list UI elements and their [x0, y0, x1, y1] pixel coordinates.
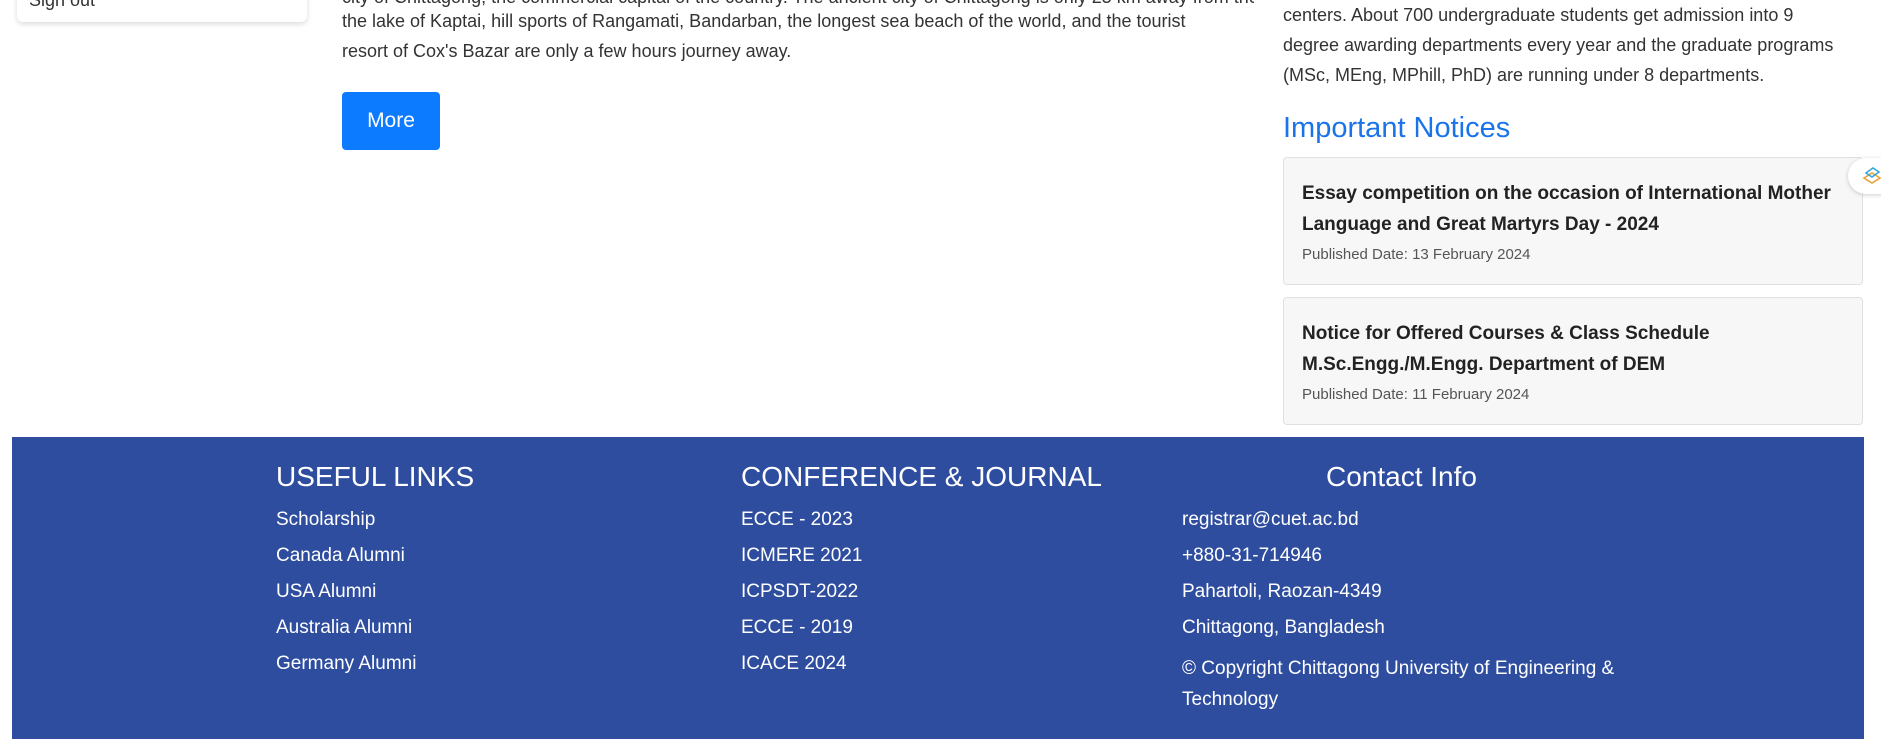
- contact-email[interactable]: registrar@cuet.ac.bd: [1182, 509, 1622, 531]
- sidebar-menu-card: Sign out: [17, 0, 307, 22]
- site-footer: USEFUL LINKS Scholarship Canada Alumni U…: [12, 437, 1864, 739]
- sidebar-item-sign-out[interactable]: Sign out: [29, 0, 95, 11]
- notice-title[interactable]: Notice for Offered Courses & Class Sched…: [1302, 318, 1844, 380]
- notice-date: Published Date: 11 February 2024: [1302, 386, 1530, 403]
- footer-link-germany-alumni[interactable]: Germany Alumni: [276, 653, 474, 675]
- notices-heading: Important Notices: [1283, 112, 1511, 144]
- notice-card[interactable]: Notice for Offered Courses & Class Sched…: [1283, 297, 1863, 425]
- notice-date: Published Date: 13 February 2024: [1302, 246, 1531, 263]
- admission-line-1: centers. About 700 undergraduate student…: [1283, 5, 1794, 25]
- contact-heading: Contact Info: [1326, 461, 1477, 492]
- notice-title-line-2[interactable]: M.Sc.Engg./M.Engg. Department of DEM: [1302, 349, 1844, 380]
- notice-card[interactable]: Essay competition on the occasion of Int…: [1283, 157, 1863, 285]
- admission-line-3: (MSc, MEng, MPhill, PhD) are running und…: [1283, 65, 1765, 85]
- useful-links-column: USEFUL LINKS Scholarship Canada Alumni U…: [276, 461, 474, 689]
- footer-link-scholarship[interactable]: Scholarship: [276, 509, 474, 531]
- useful-links-heading: USEFUL LINKS: [276, 461, 475, 492]
- copyright-notice: © Copyright Chittagong University of Eng…: [1182, 653, 1622, 715]
- about-line-3: resort of Cox's Bazar are only a few hou…: [342, 41, 792, 61]
- copyright-line-2: Technology: [1182, 689, 1279, 710]
- footer-link-usa-alumni[interactable]: USA Alumni: [276, 581, 474, 603]
- footer-link-canada-alumni[interactable]: Canada Alumni: [276, 545, 474, 567]
- footer-link-icmere-2021[interactable]: ICMERE 2021: [741, 545, 1102, 567]
- admission-line-2: degree awarding departments every year a…: [1283, 35, 1834, 55]
- contact-address-line-1: Pahartoli, Raozan-4349: [1182, 581, 1382, 602]
- admission-paragraph: centers. About 700 undergraduate student…: [1283, 0, 1865, 90]
- footer-link-ecce-2019[interactable]: ECCE - 2019: [741, 617, 1102, 639]
- conference-heading: CONFERENCE & JOURNAL: [741, 461, 1102, 492]
- more-button[interactable]: More: [342, 92, 440, 150]
- footer-link-ecce-2023[interactable]: ECCE - 2023: [741, 509, 1102, 531]
- footer-link-icace-2024[interactable]: ICACE 2024: [741, 653, 1102, 675]
- notice-title[interactable]: Essay competition on the occasion of Int…: [1302, 178, 1844, 240]
- extension-icon: [1862, 167, 1881, 184]
- notice-title-line-1[interactable]: Essay competition on the occasion of Int…: [1302, 178, 1844, 209]
- notice-title-line-2[interactable]: Language and Great Martyrs Day - 2024: [1302, 209, 1844, 240]
- contact-column: Contact Info registrar@cuet.ac.bd +880-3…: [1182, 461, 1622, 715]
- notice-title-line-1[interactable]: Notice for Offered Courses & Class Sched…: [1302, 318, 1844, 349]
- footer-link-australia-alumni[interactable]: Australia Alumni: [276, 617, 474, 639]
- floating-widget-tab[interactable]: [1848, 158, 1881, 194]
- about-paragraph: city of Chittagong, the commercial capit…: [342, 0, 1254, 66]
- footer-link-icpsdt-2022[interactable]: ICPSDT-2022: [741, 581, 1102, 603]
- copyright-line-1: © Copyright Chittagong University of Eng…: [1182, 658, 1615, 679]
- contact-address-line-2: Chittagong, Bangladesh: [1182, 617, 1385, 638]
- conference-column: CONFERENCE & JOURNAL ECCE - 2023 ICMERE …: [741, 461, 1102, 689]
- about-partial-line: city of Chittagong, the commercial capit…: [342, 0, 1254, 12]
- contact-phone: +880-31-714946: [1182, 545, 1322, 566]
